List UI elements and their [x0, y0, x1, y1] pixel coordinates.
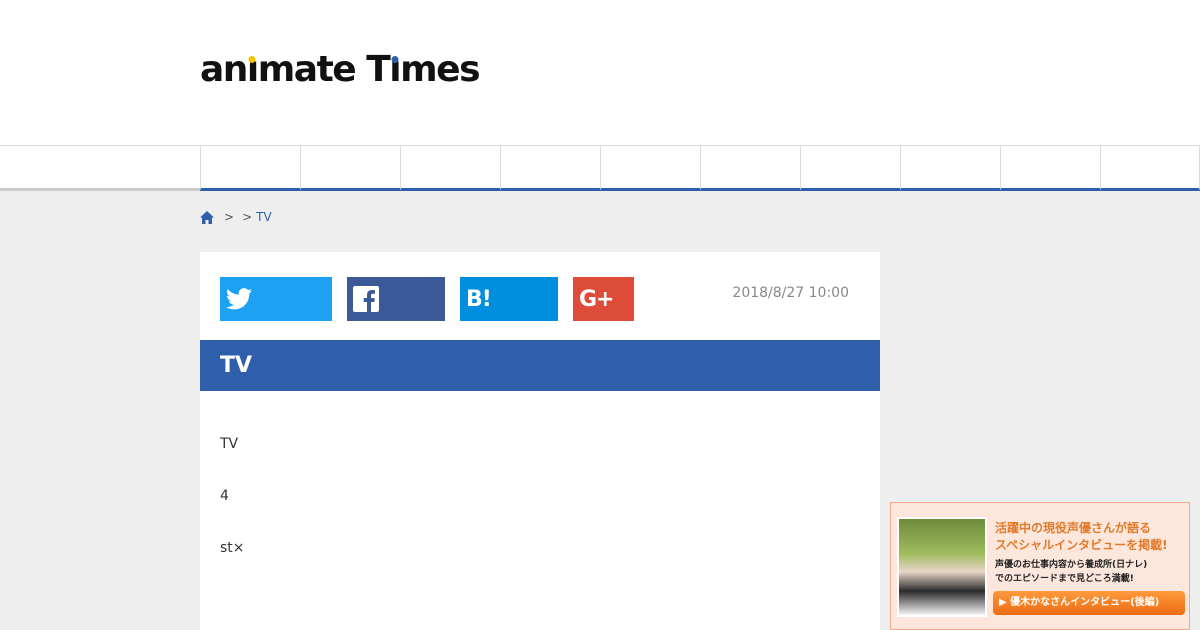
nav-divider	[0, 188, 200, 191]
share-facebook-button[interactable]	[347, 277, 445, 321]
logo-i-blue: ı	[389, 49, 401, 90]
article-paragraph: 4	[220, 488, 229, 504]
article-paragraph: st×	[220, 540, 245, 556]
breadcrumb-separator: >	[242, 210, 253, 224]
share-twitter-button[interactable]	[220, 277, 332, 321]
twitter-bird-icon	[226, 288, 252, 310]
home-icon[interactable]	[200, 210, 214, 224]
nav-item-4[interactable]	[500, 146, 600, 191]
nav-item-9[interactable]	[1000, 146, 1100, 191]
publish-date: 2018/8/27 10:00	[732, 285, 849, 301]
breadcrumb: > > TV	[200, 209, 272, 225]
article: B! G+ 2018/8/27 10:00 TV TV 4 st×	[200, 252, 880, 630]
banner-headline: スペシャルインタビューを掲載!	[995, 538, 1168, 552]
hatena-bookmark-icon: B!	[466, 286, 492, 312]
article-title: TV	[200, 340, 880, 391]
ad-banner[interactable]: 活躍中の現役声優さんが語る スペシャルインタビューを掲載! 声優のお仕事内容から…	[890, 502, 1190, 630]
site-header: an ımate Tımes	[0, 0, 1200, 145]
share-hatena-button[interactable]: B!	[460, 277, 558, 321]
nav-item-2[interactable]	[300, 146, 400, 191]
logo-i-yellow: ı	[246, 49, 259, 90]
share-google-plus-button[interactable]: G+	[573, 277, 634, 321]
breadcrumb-separator: >	[224, 210, 235, 224]
facebook-f-icon	[353, 286, 379, 312]
banner-text: 声優のお仕事内容から養成所(日ナレ)	[995, 560, 1148, 570]
nav-item-1[interactable]	[200, 146, 300, 191]
breadcrumb-current[interactable]: TV	[256, 210, 272, 224]
google-plus-icon: G+	[579, 286, 614, 312]
logo-text: mes	[400, 49, 480, 90]
site-logo[interactable]: an ımate Tımes	[200, 49, 480, 90]
banner-cta-button[interactable]: ▶ 優木かなさんインタビュー(後編)	[993, 591, 1185, 615]
banner-text: でのエピソードまで見どころ満載!	[995, 574, 1134, 584]
logo-text: mate T	[257, 49, 391, 90]
banner-photo	[897, 517, 987, 617]
nav-item-10[interactable]	[1100, 146, 1200, 191]
article-paragraph: TV	[220, 436, 239, 452]
nav-item-5[interactable]	[600, 146, 700, 191]
logo-text: an	[200, 49, 248, 90]
global-nav	[0, 145, 1200, 191]
nav-item-6[interactable]	[700, 146, 800, 191]
nav-item-7[interactable]	[800, 146, 900, 191]
banner-headline: 活躍中の現役声優さんが語る	[995, 521, 1152, 535]
nav-item-8[interactable]	[900, 146, 1000, 191]
nav-item-3[interactable]	[400, 146, 500, 191]
